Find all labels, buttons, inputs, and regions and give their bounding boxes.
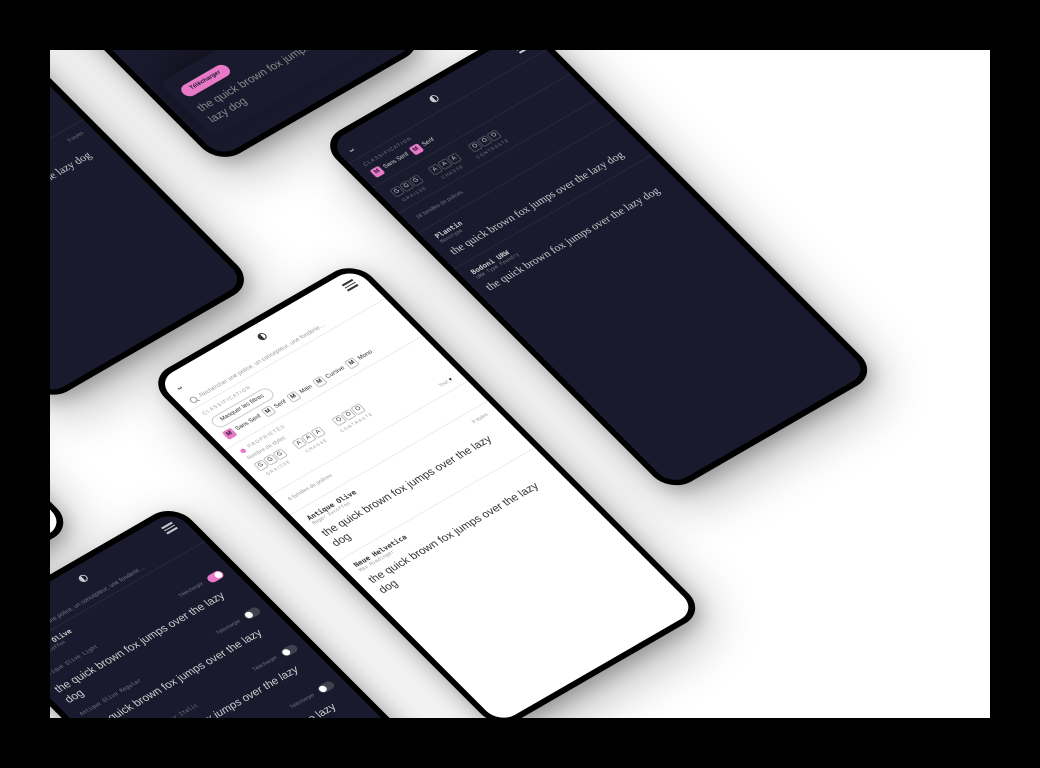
- menu-icon[interactable]: [342, 279, 359, 291]
- contrast-icon[interactable]: [76, 573, 89, 583]
- menu-icon[interactable]: [514, 50, 531, 53]
- menu-icon[interactable]: [161, 522, 178, 534]
- font-card-plantin[interactable]: PlantinMonotype9 styles the quick brown …: [50, 119, 119, 269]
- contrast-icon[interactable]: [255, 331, 268, 341]
- phone-grid: ‹⎵ Antique Olive Roger Excoffon 11 famil…: [50, 50, 990, 718]
- mockup-stage: ‹⎵ Antique Olive Roger Excoffon 11 famil…: [50, 50, 990, 718]
- toggle[interactable]: [205, 569, 225, 584]
- logo-icon[interactable]: ⎵: [343, 142, 355, 152]
- logo-icon[interactable]: ⎵: [171, 380, 183, 390]
- contrast-icon[interactable]: [427, 93, 440, 103]
